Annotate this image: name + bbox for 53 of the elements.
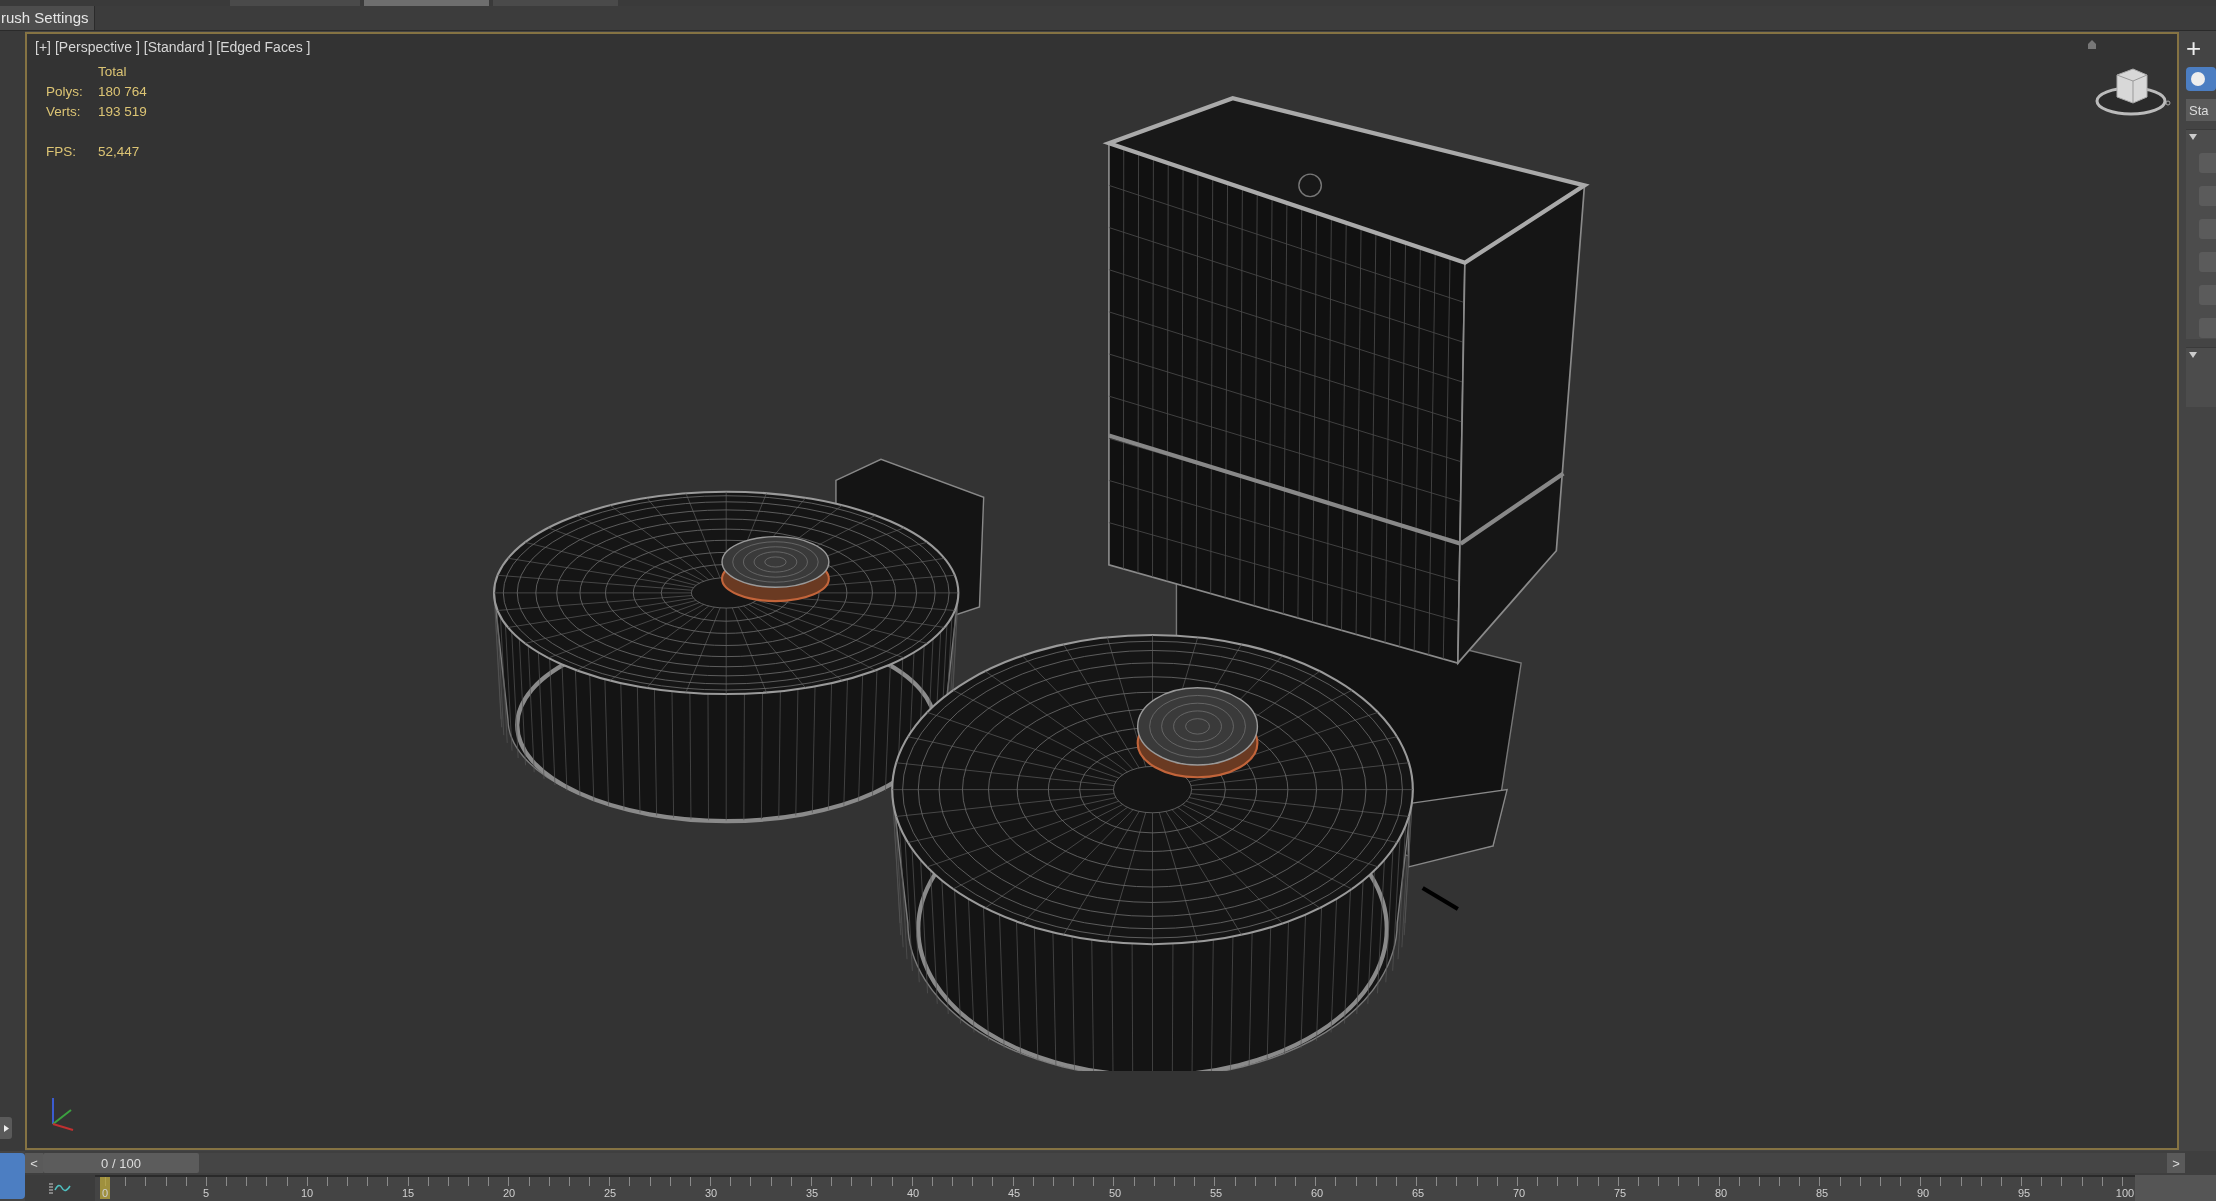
tick-label: 30 [704, 1187, 718, 1199]
tick-label: 80 [1714, 1187, 1728, 1199]
tick-label: 95 [2017, 1187, 2031, 1199]
tick-label: 10 [300, 1187, 314, 1199]
create-button[interactable]: + [2186, 37, 2202, 59]
previous-frame-button[interactable]: < [25, 1153, 43, 1173]
circle-icon [2190, 71, 2206, 87]
tick-label: 60 [1310, 1187, 1324, 1199]
fps-label: FPS: [46, 143, 77, 161]
tick-label: 5 [202, 1187, 210, 1199]
tick-label: 20 [502, 1187, 516, 1199]
expand-button[interactable] [0, 1117, 12, 1139]
tick-label: 15 [401, 1187, 415, 1199]
stat-label: Polys: [46, 83, 84, 101]
panel-tab[interactable]: rush Settings [0, 6, 95, 30]
viewport[interactable]: [+] [Perspective ] [Standard ] [Edged Faces ] Total Polys: 180 764 Verts: 193 519 FPS: 52,447 [25, 32, 2179, 1150]
viewport-menu[interactable]: [Standard ] [143, 39, 213, 55]
triangle-right-icon [3, 1124, 9, 1132]
collapse-triangle-icon[interactable] [2189, 134, 2197, 140]
category-dropdown[interactable]: Sta [2186, 99, 2216, 121]
viewport-menu[interactable]: [+] [35, 39, 51, 55]
tick-label: 35 [805, 1187, 819, 1199]
tick-label: 55 [1209, 1187, 1223, 1199]
frame-marker[interactable] [100, 1177, 110, 1199]
tick-label: 65 [1411, 1187, 1425, 1199]
stat-value: 180 764 [98, 83, 148, 101]
viewport-menu[interactable]: [Edged Faces ] [216, 39, 311, 55]
tick-label: 25 [603, 1187, 617, 1199]
tab[interactable] [364, 0, 489, 6]
tick-label: 100 [2115, 1187, 2135, 1199]
tick-label: 45 [1007, 1187, 1021, 1199]
tick-label: 0 [101, 1187, 109, 1199]
stat-label: Verts: [46, 103, 82, 121]
stats-header: Total [98, 63, 128, 81]
tick-label: 70 [1512, 1187, 1526, 1199]
tick-label: 50 [1108, 1187, 1122, 1199]
curve-icon [48, 1182, 72, 1194]
tick-label: 85 [1815, 1187, 1829, 1199]
curve-editor-button[interactable] [25, 1175, 95, 1201]
time-slider-thumb[interactable]: 0 / 100 [43, 1153, 199, 1173]
tick-label: 40 [906, 1187, 920, 1199]
side-button[interactable] [0, 1153, 25, 1199]
home-icon[interactable] [2087, 39, 2097, 49]
tick-label: 90 [1916, 1187, 1930, 1199]
stat-value: 193 519 [98, 103, 148, 121]
viewport-menu[interactable]: [Perspective ] [54, 39, 140, 55]
next-frame-button[interactable]: > [2167, 1153, 2185, 1173]
time-slider-track[interactable]: 0 / 100 [43, 1153, 2167, 1173]
tick-label: 75 [1613, 1187, 1627, 1199]
geometry-button[interactable] [2186, 67, 2216, 91]
timeline-ruler[interactable]: 0 5 10 15 20 25 30 35 40 45 50 55 60 65 70 75 80 85 90 95 100 [95, 1175, 2135, 1201]
collapse-triangle-icon[interactable] [2189, 352, 2197, 358]
fps-value: 52,447 [98, 143, 141, 161]
